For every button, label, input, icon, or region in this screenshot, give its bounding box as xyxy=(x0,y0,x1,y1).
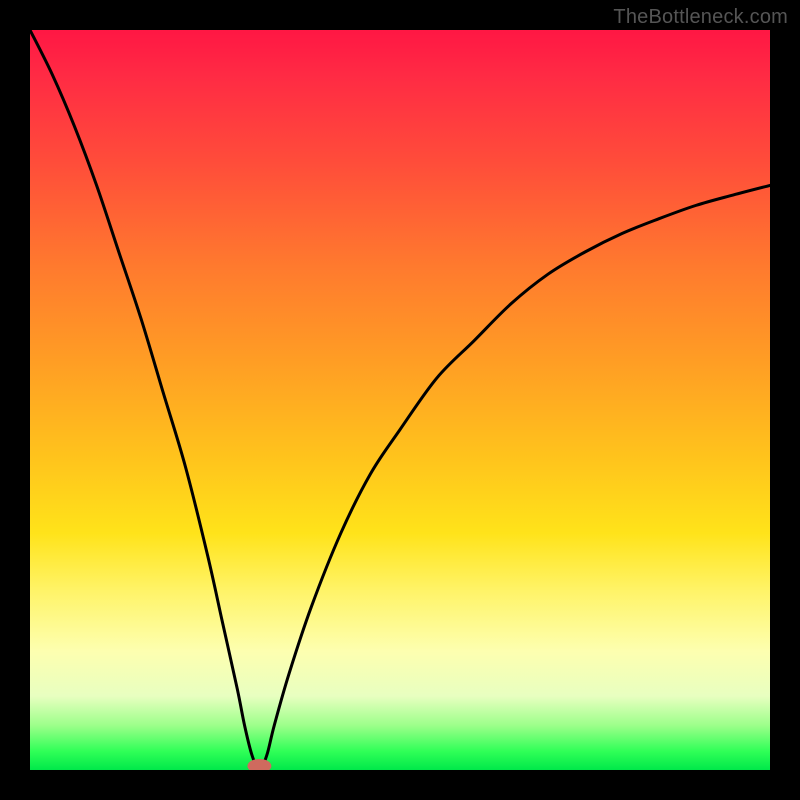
chart-frame xyxy=(30,30,770,770)
bottleneck-curve-path xyxy=(30,30,770,770)
watermark-text: TheBottleneck.com xyxy=(613,6,788,29)
bottleneck-curve-svg xyxy=(30,30,770,770)
plot-area xyxy=(30,30,770,770)
optimum-marker xyxy=(247,759,271,770)
